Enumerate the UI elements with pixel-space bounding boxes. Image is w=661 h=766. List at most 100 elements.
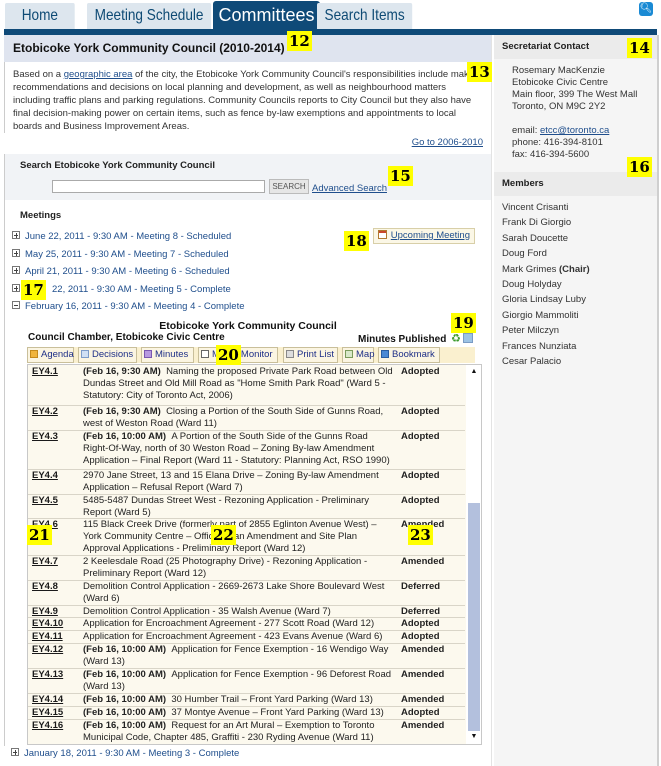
- meeting-row[interactable]: April 21, 2011 - 9:30 AM - Meeting 6 - S…: [5, 263, 491, 281]
- goto-2006-2010-link[interactable]: Go to 2006-2010: [412, 137, 483, 148]
- button-label: Map: [356, 348, 375, 360]
- agenda-item-row[interactable]: EY4.6 115 Black Creek Drive (formerly par…: [28, 519, 465, 556]
- agenda-item-row[interactable]: EY4.16 (Feb 16, 10:00 AM) Request for an …: [28, 720, 465, 744]
- collapse-icon[interactable]: [12, 301, 20, 310]
- agenda-item-row[interactable]: EY4.5 5485-5487 Dundas Street West - Rezo…: [28, 495, 465, 519]
- agenda-item-id-link[interactable]: EY4.4: [32, 470, 58, 482]
- agenda-item-id-link[interactable]: EY4.5: [32, 495, 58, 507]
- minutes-button[interactable]: Minutes: [141, 346, 194, 363]
- agenda-item-time: (Feb 16, 10:00 AM): [83, 430, 167, 442]
- map-thumbnail-icon[interactable]: [463, 332, 473, 343]
- agenda-item-id-link[interactable]: EY4.16: [32, 720, 63, 732]
- agenda-item-row[interactable]: EY4.12 (Feb 16, 10:00 AM) Application for…: [28, 644, 465, 669]
- search-button[interactable]: SEARCH: [269, 179, 309, 194]
- tab-home[interactable]: Home: [5, 3, 75, 29]
- member-item: Vincent Crisanti: [502, 200, 657, 215]
- agenda-item-id-link[interactable]: EY4.14: [32, 694, 63, 706]
- scroll-down-icon[interactable]: ▼: [469, 733, 479, 741]
- agenda-items-list[interactable]: EY4.16 (Feb 16, 10:00 AM) Request for an …: [27, 363, 482, 745]
- annotation-badge: 18: [344, 231, 369, 251]
- bookmark-button[interactable]: Bookmark: [378, 346, 440, 363]
- agenda-item-status: Adopted: [401, 405, 440, 417]
- agenda-item-row[interactable]: EY4.11 Application for Encroachment Agree…: [28, 631, 465, 644]
- agenda-item-row[interactable]: EY4.10 Application for Encroachment Agree…: [28, 618, 465, 631]
- expand-icon[interactable]: [11, 748, 19, 757]
- agenda-item-row[interactable]: EY4.2 (Feb 16, 9:30 AM) Closing a Portion…: [28, 406, 465, 431]
- agenda-item-row[interactable]: EY4.7 2 Keelesdale Road (25 Photography D…: [28, 556, 465, 581]
- agenda-item-time: (Feb 16, 10:00 AM): [83, 668, 167, 680]
- tab-search-items[interactable]: Search Items: [317, 3, 413, 29]
- document-icon: [81, 349, 89, 358]
- agenda-item-time: (Feb 16, 9:30 AM): [83, 365, 161, 377]
- contact-address: Main floor, 399 The West Mall: [512, 89, 638, 100]
- agenda-item-id-link[interactable]: EY4.7: [32, 556, 58, 568]
- member-item: Giorgio Mammoliti: [502, 308, 657, 323]
- annotation-badge: 22: [211, 525, 236, 545]
- agenda-item-id-link[interactable]: EY4.8: [32, 581, 58, 593]
- agenda-item-id-link[interactable]: EY4.13: [32, 669, 63, 681]
- meeting-label[interactable]: January 18, 2011 - 9:30 AM - Meeting 3 -…: [24, 748, 239, 759]
- agenda-item-id-link[interactable]: EY4.1: [32, 366, 58, 378]
- print-list-button[interactable]: Print List: [283, 346, 338, 363]
- annotation-badge: 17: [21, 280, 46, 300]
- decisions-button[interactable]: Decisions: [78, 346, 137, 363]
- meeting-label[interactable]: April 21, 2011 - 9:30 AM - Meeting 6 - S…: [25, 266, 230, 277]
- agenda-item-row[interactable]: EY4.14 (Feb 16, 10:00 AM) 30 Humber Trail…: [28, 694, 465, 707]
- agenda-item-id-link[interactable]: EY4.2: [32, 406, 58, 418]
- upcoming-meeting-button[interactable]: Upcoming Meeting: [372, 228, 475, 244]
- member-name: Sarah Doucette: [502, 232, 569, 244]
- agenda-item-id-link[interactable]: EY4.15: [32, 707, 63, 719]
- agenda-button[interactable]: Agenda: [27, 346, 74, 363]
- agenda-item-id-link[interactable]: EY4.12: [32, 644, 63, 656]
- agenda-item-row[interactable]: EY4.13 (Feb 16, 10:00 AM) Application for…: [28, 669, 465, 694]
- meeting-label[interactable]: February 16, 2011 - 9:30 AM - Meeting 4 …: [25, 301, 245, 312]
- member-item: Gloria Lindsay Luby: [502, 292, 657, 307]
- agenda-item-id-link[interactable]: EY4.3: [32, 431, 58, 443]
- advanced-search-link[interactable]: Advanced Search: [312, 183, 387, 194]
- tab-committees[interactable]: Committees: [213, 1, 320, 29]
- expand-icon[interactable]: [12, 248, 20, 257]
- search-icon[interactable]: 🔍︎: [639, 2, 653, 16]
- agenda-item-row[interactable]: EY4.9 Demolition Control Application - 35…: [28, 606, 465, 618]
- agenda-item-id-link[interactable]: EY4.10: [32, 618, 63, 630]
- geographic-area-link[interactable]: geographic area: [64, 69, 133, 80]
- agenda-item-id-link[interactable]: EY4.9: [32, 606, 58, 618]
- tab-meeting-schedule[interactable]: Meeting Schedule: [87, 3, 212, 29]
- scrollbar-thumb[interactable]: [468, 502, 480, 731]
- meeting-row[interactable]: January 18, 2011 - 9:30 AM - Meeting 3 -…: [4, 748, 239, 759]
- agenda-item-row[interactable]: EY4.1 (Feb 16, 9:30 AM) Naming the propos…: [28, 366, 465, 406]
- scrollbar[interactable]: ▲ ▼: [466, 364, 481, 744]
- meeting-label[interactable]: May 25, 2011 - 9:30 AM - Meeting 7 - Sch…: [25, 249, 229, 260]
- member-item: Mark Grimes (Chair): [502, 262, 657, 277]
- tab-label: Committees: [218, 5, 315, 25]
- agenda-item-text: Demolition Control Application - 35 Wals…: [83, 605, 331, 617]
- refresh-icon[interactable]: ♻: [451, 332, 461, 345]
- meeting-row[interactable]: May 25, 2011 - 9:30 AM - Meeting 7 - Sch…: [5, 246, 491, 264]
- agenda-item-row[interactable]: EY4.3 (Feb 16, 10:00 AM) A Portion of the…: [28, 431, 465, 470]
- member-name: Giorgio Mammoliti: [502, 309, 579, 321]
- expand-icon[interactable]: [12, 231, 20, 240]
- member-name: Doug Holyday: [502, 278, 562, 290]
- agenda-item-row[interactable]: EY4.8 Demolition Control Application - 26…: [28, 581, 465, 606]
- meeting-row[interactable]: 22, 2011 - 9:30 AM - Meeting 5 - Complet…: [5, 281, 491, 299]
- email-link[interactable]: etcc@toronto.ca: [540, 125, 609, 136]
- agenda-item-id-link[interactable]: EY4.11: [32, 631, 63, 643]
- agenda-item-row[interactable]: EY4.4 2970 Jane Street, 13 and 15 Elana D…: [28, 470, 465, 495]
- expand-icon[interactable]: [12, 283, 20, 292]
- annotation-badge: 23: [408, 525, 433, 545]
- expand-icon[interactable]: [12, 266, 20, 275]
- map-button[interactable]: Map: [342, 346, 375, 363]
- button-label: Bookmark: [392, 348, 435, 360]
- meeting-label[interactable]: 22, 2011 - 9:30 AM - Meeting 5 - Complet…: [52, 284, 231, 295]
- upcoming-meeting-link[interactable]: Upcoming Meeting: [391, 230, 470, 241]
- agenda-item-row[interactable]: EY4.15 (Feb 16, 10:00 AM) 37 Montye Avenu…: [28, 707, 465, 720]
- member-name: Peter Milczyn: [502, 325, 560, 337]
- agenda-item-time: (Feb 16, 9:30 AM): [83, 405, 161, 417]
- top-navigation: Home Meeting Schedule Committees Search …: [0, 0, 661, 36]
- meeting-row-expanded[interactable]: February 16, 2011 - 9:30 AM - Meeting 4 …: [5, 298, 491, 316]
- main-panel: Etobicoke York Community Council (2010-2…: [4, 35, 492, 766]
- scroll-up-icon[interactable]: ▲: [469, 368, 479, 376]
- meeting-label[interactable]: June 22, 2011 - 9:30 AM - Meeting 8 - Sc…: [25, 231, 231, 242]
- agenda-item-status: Amended: [401, 668, 445, 680]
- search-input[interactable]: [52, 180, 265, 193]
